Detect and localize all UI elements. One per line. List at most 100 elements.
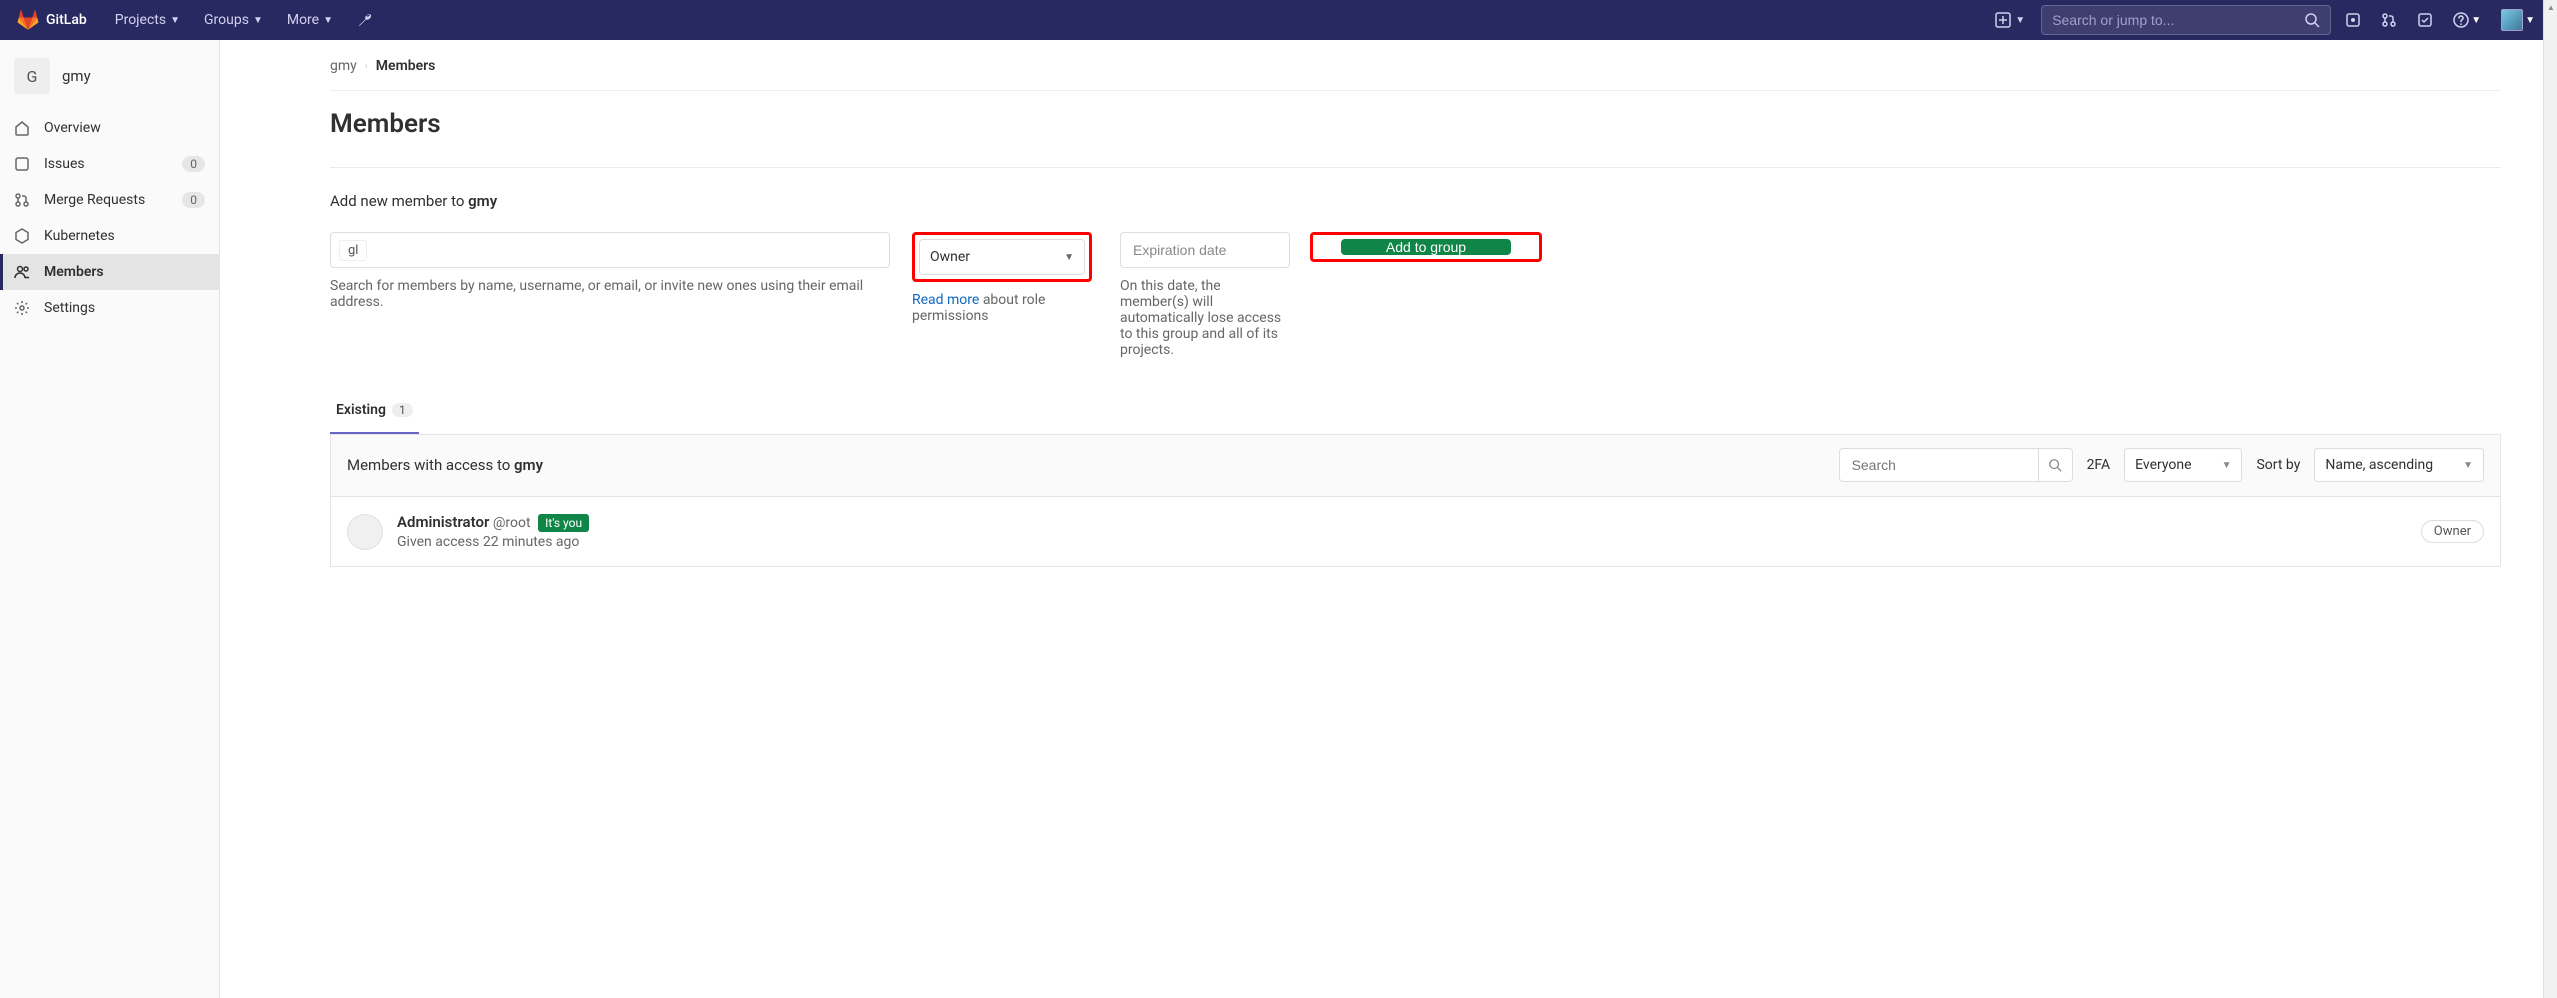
brand-text: GitLab [46,12,87,28]
search-help-text: Search for members by name, username, or… [330,278,890,310]
chevron-down-icon: ▼ [2463,460,2473,471]
chevron-down-icon: ▼ [1064,252,1074,263]
role-highlight: Owner ▼ [912,232,1092,282]
breadcrumb-current: Members [376,58,436,74]
topnav-right: ▼ ▼ ▼ [1987,5,2541,35]
member-search-input[interactable]: gl [330,232,890,268]
sidebar-item-label: Overview [44,120,101,136]
nav-admin-wrench[interactable] [345,0,385,40]
sidebar-item-settings[interactable]: Settings [0,290,219,326]
page-title: Members [330,109,2501,139]
wrench-icon [357,12,373,28]
chevron-down-icon: ▼ [2222,460,2232,471]
member-tabs: Existing 1 [330,392,2501,435]
add-to-group-button[interactable]: Add to group [1341,239,1511,255]
member-filter-bar: Members with access to gmy 2FA Everyone … [330,434,2501,497]
merge-requests-shortcut[interactable] [2375,12,2403,28]
home-icon [14,120,30,136]
issues-icon [2345,12,2361,28]
add-member-section: Add new member to gmy gl Search for memb… [330,167,2501,358]
chevron-down-icon: ▼ [2015,15,2025,26]
its-you-badge: It's you [538,514,589,532]
tab-label: Existing [336,402,386,418]
add-member-label: Add new member to gmy [330,192,2501,210]
search-icon [2048,458,2062,472]
chevron-down-icon: ▼ [253,15,263,26]
members-icon [14,264,30,280]
issues-shortcut[interactable] [2339,12,2367,28]
member-avatar[interactable] [347,514,383,550]
search-input[interactable] [2052,12,2304,28]
help-dropdown[interactable]: ▼ [2447,12,2487,28]
role-selected-value: Owner [930,249,970,265]
read-more-link[interactable]: Read more [912,292,979,308]
sidebar-item-label: Members [44,264,104,280]
member-row: Administrator @root It's you Given acces… [330,497,2501,567]
todos-shortcut[interactable] [2411,12,2439,28]
gitlab-fox-icon [16,9,40,31]
top-navbar: GitLab Projects▼ Groups▼ More▼ ▼ ▼ ▼ [0,0,2557,40]
sidebar-item-overview[interactable]: Overview [0,110,219,146]
chevron-down-icon: ▼ [2471,15,2481,26]
user-menu[interactable]: ▼ [2495,9,2541,31]
filter-sort-select[interactable]: Name, ascending ▼ [2314,448,2484,482]
sidebar-item-label: Settings [44,300,95,316]
count-badge: 0 [182,192,205,208]
add-button-highlight: Add to group [1310,232,1542,262]
help-icon [2453,12,2469,28]
tab-count: 1 [392,403,413,417]
chevron-down-icon: ▼ [323,15,333,26]
group-name: gmy [62,67,91,85]
group-avatar: G [14,58,50,94]
sidebar-item-label: Issues [44,156,85,172]
search-token[interactable]: gl [339,240,367,261]
sidebar: G gmy Overview Issues 0 Merge Requests 0… [0,40,220,998]
member-username: @root [493,515,531,531]
sidebar-item-label: Kubernetes [44,228,115,244]
sidebar-item-label: Merge Requests [44,192,145,208]
member-role-badge: Owner [2421,520,2484,543]
member-filter-search-button[interactable] [2039,448,2073,482]
member-access-time: Given access 22 minutes ago [397,534,2407,550]
kubernetes-icon [14,228,30,244]
filter-title: Members with access to gmy [347,456,543,474]
nav-projects[interactable]: Projects▼ [103,0,192,40]
tab-existing[interactable]: Existing 1 [330,392,419,434]
chevron-down-icon: ▼ [170,15,180,26]
issues-icon [14,156,30,172]
merge-request-icon [2381,12,2397,28]
sidebar-item-issues[interactable]: Issues 0 [0,146,219,182]
chevron-right-icon: › [365,61,368,72]
global-search[interactable] [2041,5,2331,35]
main-content: gmy › Members Members Add new member to … [220,40,2557,998]
expiration-help-text: On this date, the member(s) will automat… [1120,278,1290,358]
search-icon [2304,12,2320,28]
filter-2fa-select[interactable]: Everyone ▼ [2124,448,2242,482]
member-name[interactable]: Administrator [397,513,489,531]
breadcrumb: gmy › Members [330,58,2501,91]
plus-square-icon [1995,12,2011,28]
gitlab-logo[interactable]: GitLab [16,9,87,31]
create-new-dropdown[interactable]: ▼ [1987,6,2033,34]
expiration-date-input[interactable] [1120,232,1290,268]
sidebar-group-header[interactable]: G gmy [0,52,219,110]
sidebar-item-merge-requests[interactable]: Merge Requests 0 [0,182,219,218]
user-avatar [2501,9,2523,31]
role-select[interactable]: Owner ▼ [919,239,1085,275]
chevron-down-icon: ▼ [2525,15,2535,26]
breadcrumb-root[interactable]: gmy [330,58,357,74]
sidebar-item-members[interactable]: Members [0,254,219,290]
merge-request-icon [14,192,30,208]
topnav-left: Projects▼ Groups▼ More▼ [103,0,385,40]
todo-icon [2417,12,2433,28]
filter-2fa-label: 2FA [2087,457,2111,473]
member-filter-search-group [1839,448,2073,482]
scrollbar[interactable]: ▲ [2543,0,2557,998]
filter-sort-label: Sort by [2256,457,2300,473]
nav-groups[interactable]: Groups▼ [192,0,275,40]
sidebar-item-kubernetes[interactable]: Kubernetes [0,218,219,254]
member-filter-search-input[interactable] [1839,448,2039,482]
count-badge: 0 [182,156,205,172]
nav-more[interactable]: More▼ [275,0,345,40]
scroll-up-arrow-icon[interactable]: ▲ [2546,2,2556,12]
